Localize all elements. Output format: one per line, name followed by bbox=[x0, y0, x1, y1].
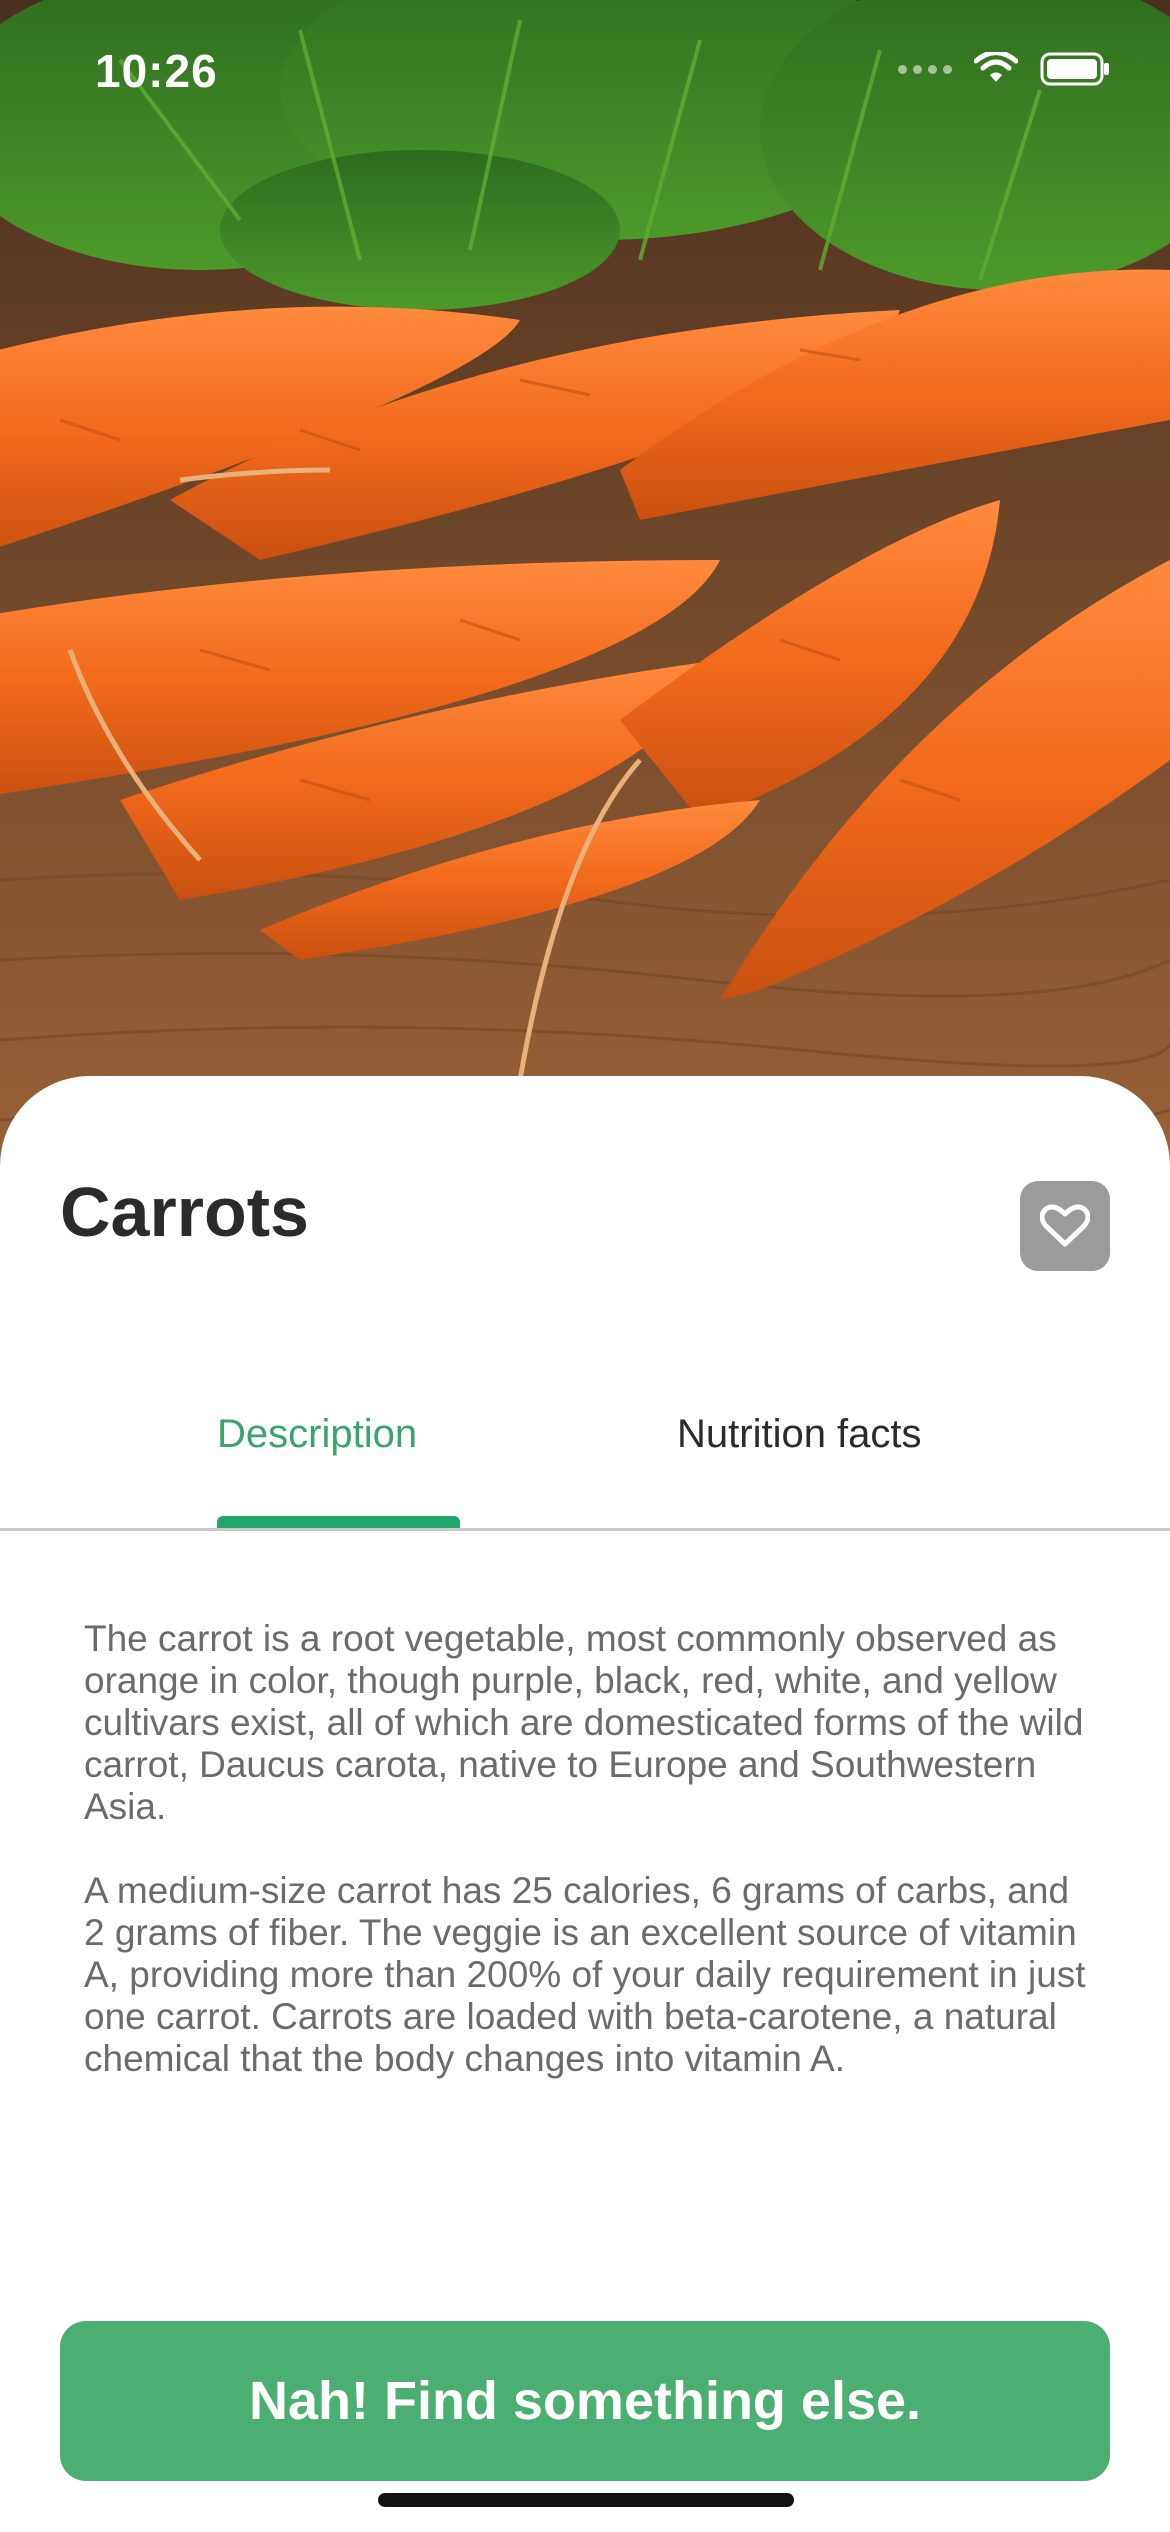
detail-sheet: Carrots Description Nutrition facts The … bbox=[0, 1076, 1170, 2532]
cellular-signal-icon bbox=[898, 64, 952, 74]
status-icons bbox=[898, 52, 1112, 86]
description-paragraph: A medium-size carrot has 25 calories, 6 … bbox=[84, 1870, 1086, 2079]
product-photo bbox=[0, 0, 1170, 1200]
heart-icon bbox=[1040, 1204, 1090, 1247]
tab-description[interactable]: Description bbox=[217, 1412, 417, 1457]
product-title: Carrots bbox=[60, 1173, 309, 1251]
tab-bar: Description Nutrition facts bbox=[0, 1376, 1170, 1531]
tab-nutrition-facts[interactable]: Nutrition facts bbox=[677, 1412, 922, 1457]
favorite-button[interactable] bbox=[1020, 1181, 1110, 1271]
battery-icon bbox=[1040, 52, 1109, 86]
wifi-icon bbox=[974, 52, 1018, 82]
find-something-else-button[interactable]: Nah! Find something else. bbox=[60, 2321, 1110, 2481]
status-time: 10:26 bbox=[95, 45, 218, 97]
status-bar: 10:26 bbox=[0, 0, 1170, 140]
home-indicator bbox=[378, 2493, 794, 2507]
description-text: The carrot is a root vegetable, most com… bbox=[84, 1618, 1094, 2122]
carrots-image bbox=[0, 0, 1170, 1200]
active-tab-indicator bbox=[217, 1516, 460, 1528]
description-paragraph: The carrot is a root vegetable, most com… bbox=[84, 1618, 1084, 1827]
